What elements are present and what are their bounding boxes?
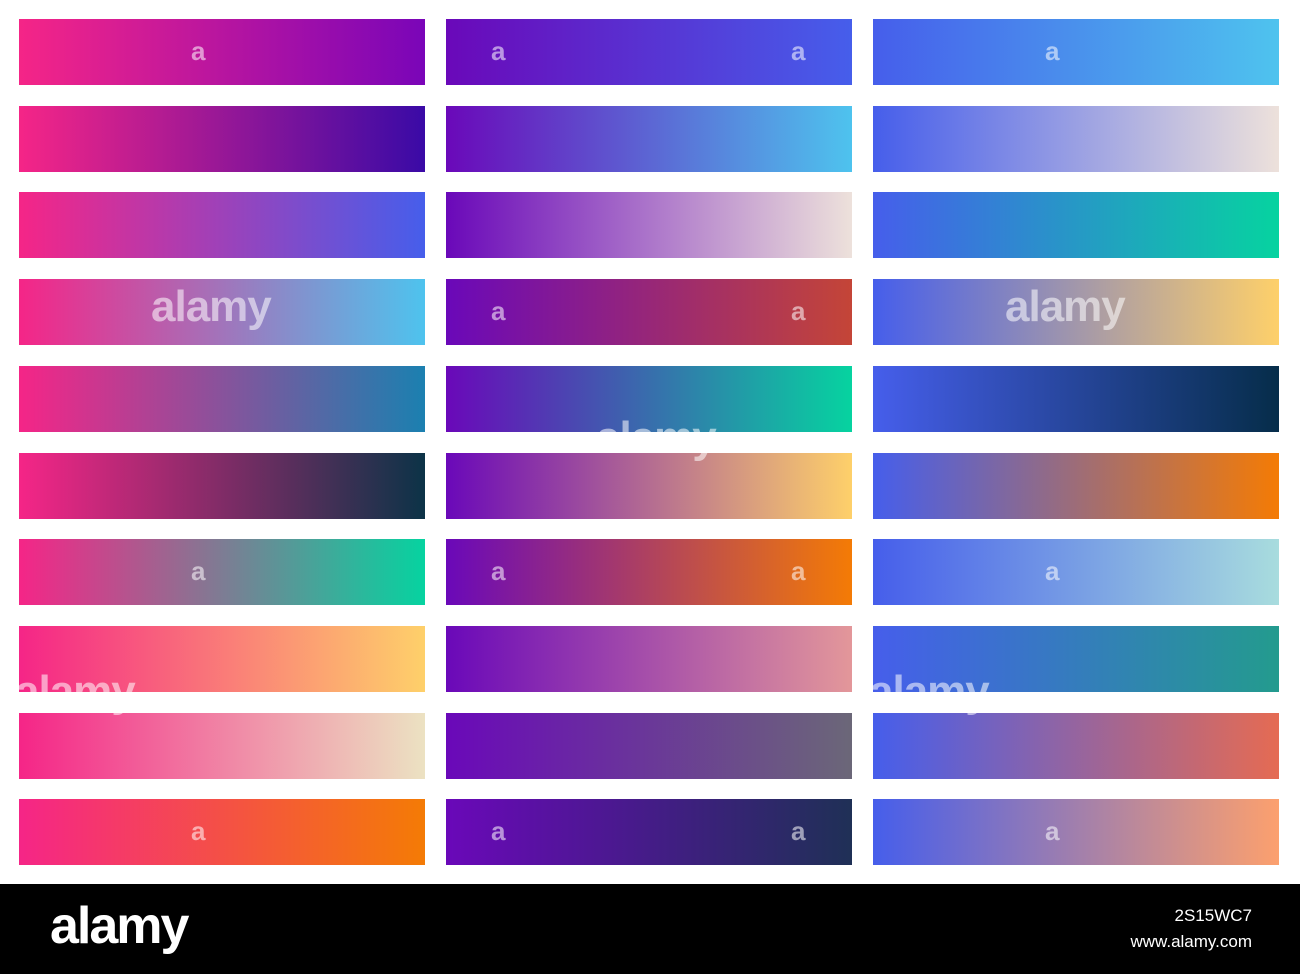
gradient-swatch — [446, 713, 852, 779]
gradient-swatch — [446, 453, 852, 519]
gradient-swatch-grid: a a a a alamy a a alamy alamy a a a a alamy alamy a a a a — [0, 0, 1300, 884]
gradient-swatch — [19, 626, 425, 692]
gradient-swatch — [446, 626, 852, 692]
alamy-logo: alamy — [50, 897, 189, 955]
gradient-swatch — [446, 539, 852, 605]
stock-image-canvas: a a a a alamy a a alamy alamy a a a a alamy alamy a a a a … — [0, 0, 1300, 974]
gradient-swatch — [19, 799, 425, 865]
gradient-swatch — [19, 279, 425, 345]
gradient-swatch — [873, 453, 1279, 519]
gradient-swatch — [873, 539, 1279, 605]
site-url: www.alamy.com — [1130, 932, 1252, 951]
gradient-swatch — [19, 192, 425, 258]
gradient-swatch — [446, 366, 852, 432]
gradient-swatch — [873, 626, 1279, 692]
gradient-swatch — [446, 279, 852, 345]
gradient-swatch — [873, 19, 1279, 85]
gradient-swatch — [446, 19, 852, 85]
gradient-swatch — [873, 799, 1279, 865]
gradient-swatch — [873, 192, 1279, 258]
gradient-swatch — [873, 106, 1279, 172]
gradient-swatch — [19, 453, 425, 519]
image-id: 2S15WC7 — [1174, 906, 1252, 925]
gradient-swatch — [19, 106, 425, 172]
footer-bar: alamy 2S15WC7 www.alamy.com — [0, 884, 1300, 974]
gradient-swatch — [19, 366, 425, 432]
gradient-swatch — [446, 106, 852, 172]
gradient-swatch — [873, 279, 1279, 345]
gradient-swatch — [19, 713, 425, 779]
gradient-swatch — [446, 192, 852, 258]
gradient-swatch — [19, 539, 425, 605]
gradient-swatch — [873, 713, 1279, 779]
gradient-swatch — [446, 799, 852, 865]
gradient-swatch — [19, 19, 425, 85]
gradient-swatch — [873, 366, 1279, 432]
